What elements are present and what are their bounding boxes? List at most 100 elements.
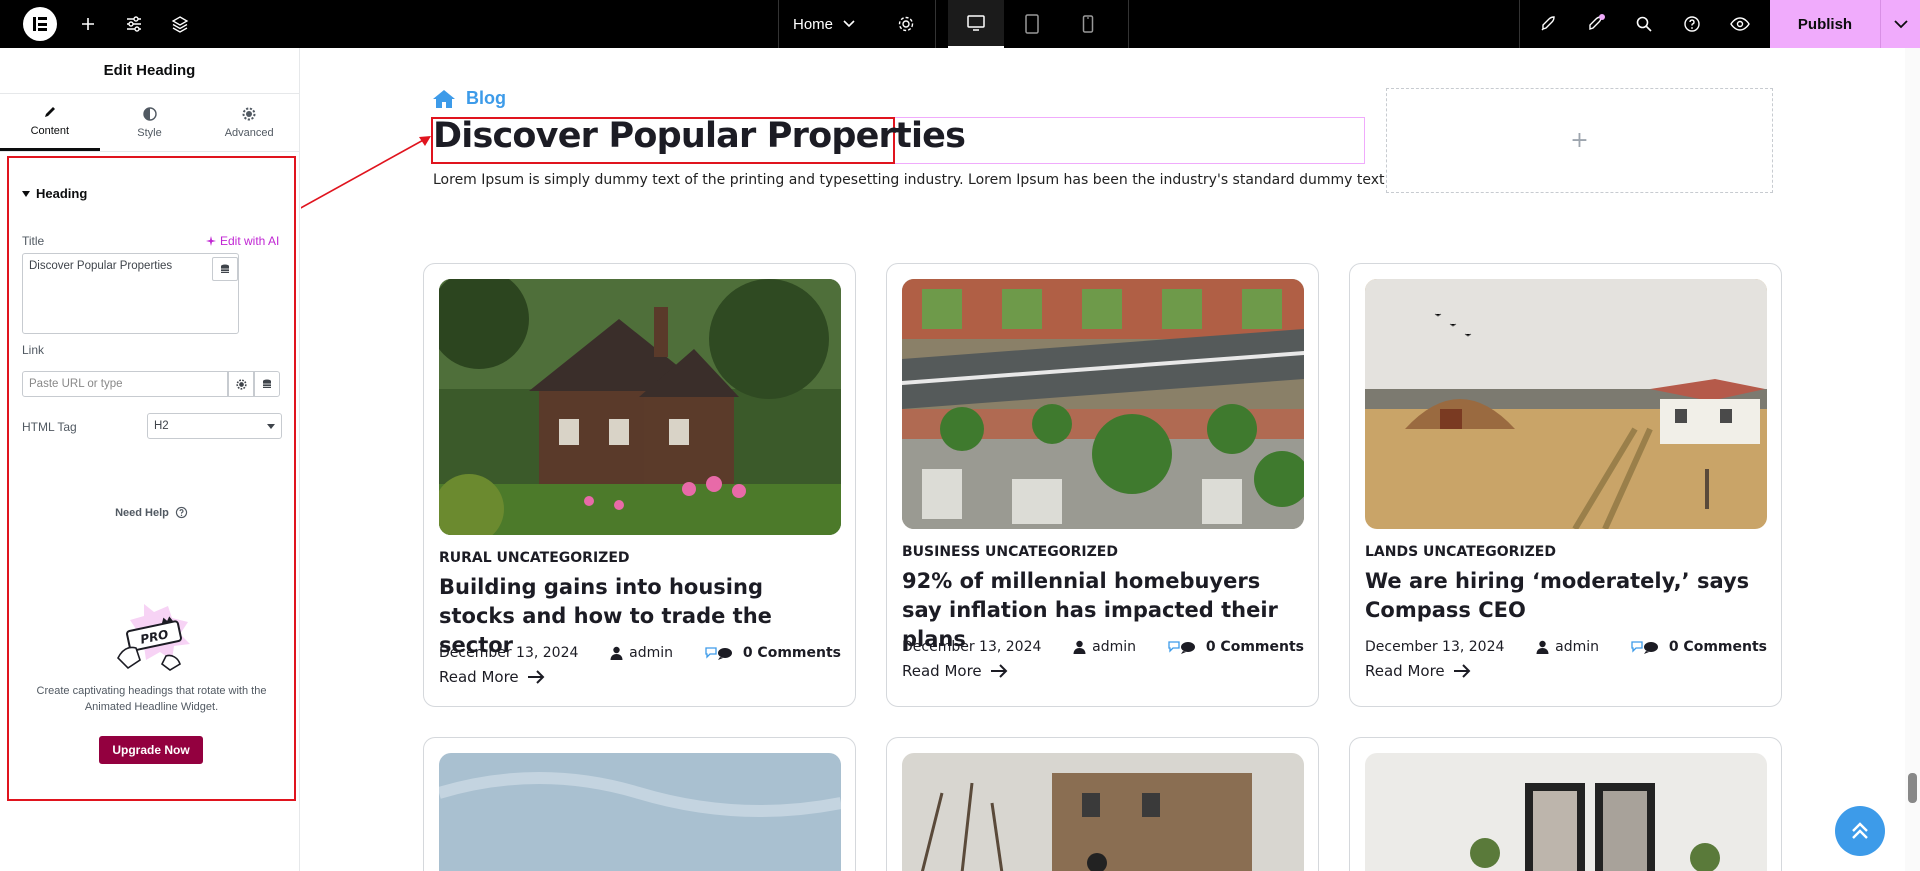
editor-panel: Edit Heading Content Style Advanced Head… [0, 48, 300, 871]
divider [935, 0, 936, 48]
chevron-down-icon [843, 20, 855, 28]
title-label: Title [22, 234, 45, 248]
author-name: admin [1555, 639, 1600, 655]
post-image-interior-art[interactable] [1365, 753, 1767, 871]
post-card[interactable] [1349, 737, 1782, 871]
divider [778, 0, 779, 48]
desktop-view-icon[interactable] [948, 0, 1004, 48]
link-options-gear-icon[interactable] [228, 371, 254, 397]
mobile-view-icon[interactable] [1060, 0, 1116, 48]
help-question-icon [175, 506, 188, 519]
user-icon [1536, 640, 1549, 654]
arrow-right-icon [990, 664, 1008, 678]
intro-text: Lorem Ipsum is simply dummy text of the … [433, 172, 1385, 188]
page-settings-gear-icon[interactable] [886, 0, 926, 48]
tab-advanced[interactable]: Advanced [199, 94, 299, 151]
post-image-stone-house[interactable] [902, 753, 1304, 871]
site-settings-icon[interactable] [114, 0, 154, 48]
upgrade-now-button[interactable]: Upgrade Now [99, 736, 203, 764]
top-bar: Home Publish [0, 0, 1920, 48]
content-controls: Heading Title Edit with AI Discover Popu… [7, 156, 296, 801]
help-question-icon[interactable] [1672, 0, 1712, 48]
post-title[interactable]: We are hiring ‘moderately,’ says Compass… [1365, 567, 1765, 625]
caret-down-icon [22, 190, 30, 197]
post-category[interactable]: BUSINESS UNCATEGORIZED [902, 544, 1118, 560]
add-widget-placeholder[interactable]: + [1386, 88, 1773, 193]
comments-count: 0 Comments [1668, 639, 1767, 655]
breadcrumb[interactable]: Blog [432, 88, 506, 109]
section-title: Heading [36, 186, 88, 201]
post-card[interactable]: LANDS UNCATEGORIZED We are hiring ‘moder… [1349, 263, 1782, 707]
scrollbar[interactable] [1905, 48, 1920, 871]
dynamic-tags-database-icon[interactable] [212, 257, 238, 281]
post-meta: December 13, 2024 admin 0 Comments [902, 639, 1304, 655]
publish-options-chevron-icon[interactable] [1880, 0, 1920, 48]
post-image-cottage[interactable] [439, 279, 841, 535]
tab-style[interactable]: Style [100, 94, 200, 151]
read-more-label: Read More [1365, 662, 1445, 680]
whats-new-icon[interactable] [1576, 0, 1616, 48]
launch-rocket-icon[interactable] [1528, 0, 1568, 48]
post-comments[interactable]: 0 Comments [705, 645, 841, 661]
post-comments[interactable]: 0 Comments [1631, 639, 1767, 655]
read-more-label: Read More [902, 662, 982, 680]
post-card[interactable]: RURAL UNCATEGORIZED Building gains into … [423, 263, 856, 707]
user-icon [1073, 640, 1086, 654]
read-more-link[interactable]: Read More [1365, 662, 1471, 680]
post-card[interactable]: BUSINESS UNCATEGORIZED 92% of millennial… [886, 263, 1319, 707]
add-element-icon[interactable] [68, 0, 108, 48]
post-image-farm-field[interactable] [1365, 279, 1767, 529]
section-heading-toggle[interactable]: Heading [22, 186, 87, 201]
elementor-logo-icon[interactable] [23, 7, 57, 41]
breadcrumb-label: Blog [466, 88, 506, 108]
pro-promo-illustration-icon: PRO [117, 604, 190, 671]
structure-layers-icon[interactable] [160, 0, 200, 48]
need-help-label: Need Help [115, 506, 169, 519]
html-tag-label: HTML Tag [22, 420, 77, 434]
publish-button[interactable]: Publish [1770, 0, 1880, 48]
divider [1128, 0, 1129, 48]
panel-tabs: Content Style Advanced [0, 94, 299, 152]
preview-eye-icon[interactable] [1720, 0, 1760, 48]
tablet-view-icon[interactable] [1004, 0, 1060, 48]
post-image-aerial-street[interactable] [902, 279, 1304, 529]
post-card[interactable] [423, 737, 856, 871]
read-more-link[interactable]: Read More [439, 668, 545, 686]
post-card[interactable] [886, 737, 1319, 871]
read-more-link[interactable]: Read More [902, 662, 1008, 680]
arrow-right-icon [1453, 664, 1471, 678]
tab-label: Style [137, 126, 162, 139]
page-selector[interactable]: Home [793, 0, 855, 48]
page-name: Home [793, 15, 834, 33]
post-author[interactable]: admin [610, 645, 673, 661]
comments-icon [1631, 641, 1658, 654]
scroll-to-top-button[interactable] [1835, 806, 1885, 856]
post-category[interactable]: LANDS UNCATEGORIZED [1365, 544, 1556, 560]
half-circle-icon [142, 106, 157, 121]
plus-icon: + [1570, 128, 1589, 153]
title-textarea[interactable]: Discover Popular Properties [22, 253, 239, 334]
scrollbar-thumb[interactable] [1908, 773, 1917, 803]
promo-text: Create captivating headings that rotate … [36, 685, 267, 713]
post-author[interactable]: admin [1073, 639, 1136, 655]
post-comments[interactable]: 0 Comments [1168, 639, 1304, 655]
ai-sparkle-icon [206, 236, 216, 246]
link-dynamic-database-icon[interactable] [254, 371, 280, 397]
post-meta: December 13, 2024 admin 0 Comments [1365, 639, 1767, 655]
link-url-input[interactable]: Paste URL or type [22, 371, 228, 397]
need-help-link[interactable]: Need Help [9, 506, 294, 519]
search-icon[interactable] [1624, 0, 1664, 48]
page-heading[interactable]: Discover Popular Properties [433, 116, 966, 156]
html-tag-select[interactable]: H2 [147, 413, 282, 439]
post-meta: December 13, 2024 admin 0 Comments [439, 645, 841, 661]
double-chevron-up-icon [1852, 822, 1868, 839]
post-category[interactable]: RURAL UNCATEGORIZED [439, 550, 630, 566]
caret-down-icon [267, 423, 275, 429]
tab-label: Advanced [224, 126, 274, 139]
edit-with-ai-button[interactable]: Edit with AI [206, 234, 279, 248]
post-date: December 13, 2024 [902, 639, 1042, 655]
post-author[interactable]: admin [1536, 639, 1599, 655]
tab-content[interactable]: Content [0, 94, 100, 151]
user-icon [610, 646, 623, 660]
post-image-sky[interactable] [439, 753, 841, 871]
